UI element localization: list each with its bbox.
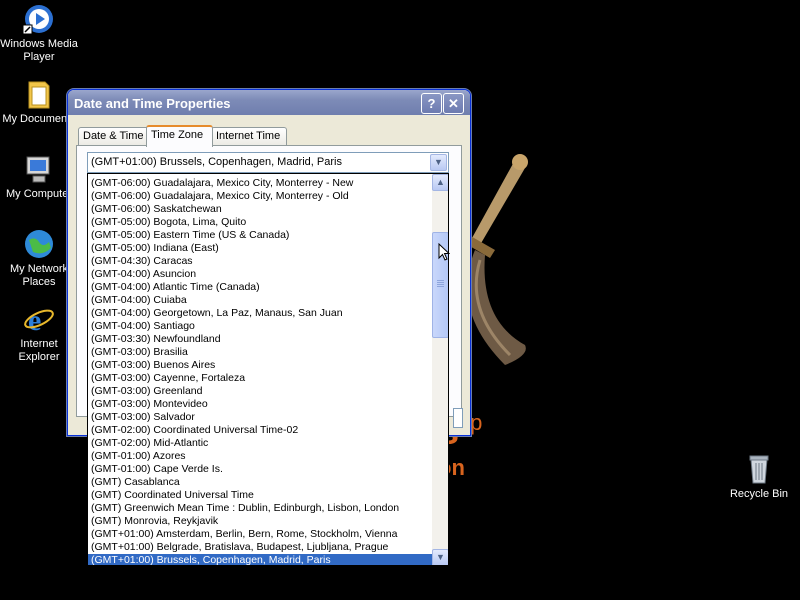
- svg-text:e: e: [28, 304, 41, 335]
- timezone-option[interactable]: (GMT) Greenwich Mean Time : Dublin, Edin…: [88, 502, 436, 515]
- timezone-option[interactable]: (GMT-03:00) Buenos Aires: [88, 359, 436, 372]
- internet-explorer-icon: e: [23, 303, 55, 337]
- timezone-option[interactable]: (GMT-06:00) Saskatchewan: [88, 203, 436, 216]
- timezone-option[interactable]: (GMT-02:00) Coordinated Universal Time-0…: [88, 424, 436, 437]
- chevron-up-icon: ▲: [436, 177, 445, 187]
- scroll-down-button[interactable]: ▼: [432, 549, 448, 565]
- computer-icon: [23, 153, 55, 185]
- timezone-option[interactable]: (GMT-03:00) Greenland: [88, 385, 436, 398]
- timezone-option[interactable]: (GMT+01:00) Belgrade, Bratislava, Budape…: [88, 541, 436, 554]
- mouse-cursor-icon: [438, 243, 450, 261]
- timezone-option[interactable]: (GMT-02:00) Mid-Atlantic: [88, 437, 436, 450]
- globe-icon: [23, 228, 55, 260]
- desktop-icon-label: Windows Media Player: [0, 38, 78, 63]
- help-button[interactable]: ?: [421, 93, 442, 114]
- checkbox-area[interactable]: [453, 408, 463, 428]
- timezone-option[interactable]: (GMT-05:00) Bogota, Lima, Quito: [88, 216, 436, 229]
- desktop-icon-windows-media-player[interactable]: Windows Media Player: [0, 3, 78, 64]
- timezone-option[interactable]: (GMT-06:00) Guadalajara, Mexico City, Mo…: [88, 190, 436, 203]
- timezone-option[interactable]: (GMT) Coordinated Universal Time: [88, 489, 436, 502]
- recycle-bin-icon: [743, 453, 775, 485]
- timezone-option[interactable]: (GMT-04:30) Caracas: [88, 255, 436, 268]
- timezone-combo-value: (GMT+01:00) Brussels, Copenhagen, Madrid…: [91, 156, 342, 168]
- dropdown-scrollbar[interactable]: ▲ ▼: [432, 174, 448, 565]
- timezone-option[interactable]: (GMT-01:00) Azores: [88, 450, 436, 463]
- timezone-option[interactable]: (GMT-04:00) Asuncion: [88, 268, 436, 281]
- timezone-option[interactable]: (GMT-03:00) Cayenne, Fortaleza: [88, 372, 436, 385]
- timezone-option[interactable]: (GMT) Monrovia, Reykjavik: [88, 515, 436, 528]
- folder-icon: [23, 78, 55, 110]
- dropdown-button[interactable]: ▼: [430, 154, 447, 171]
- timezone-option[interactable]: (GMT-04:00) Georgetown, La Paz, Manaus, …: [88, 307, 436, 320]
- desktop-icon-recycle-bin[interactable]: Recycle Bin: [720, 453, 798, 501]
- timezone-option[interactable]: (GMT+01:00) Brussels, Copenhagen, Madrid…: [88, 554, 436, 565]
- chevron-down-icon: ▼: [434, 157, 443, 167]
- timezone-option[interactable]: (GMT-05:00) Indiana (East): [88, 242, 436, 255]
- window-title: Date and Time Properties: [74, 96, 231, 111]
- timezone-option[interactable]: (GMT-03:00) Montevideo: [88, 398, 436, 411]
- tab-time-zone[interactable]: Time Zone: [146, 125, 213, 147]
- timezone-option[interactable]: (GMT-06:00) Guadalajara, Mexico City, Mo…: [88, 177, 436, 190]
- timezone-option[interactable]: (GMT-03:30) Newfoundland: [88, 333, 436, 346]
- chevron-down-icon: ▼: [436, 552, 445, 562]
- timezone-dropdown-list[interactable]: (GMT+01:00) Brussels, Copenhagen, Madrid…: [87, 173, 449, 566]
- timezone-option[interactable]: (GMT) Casablanca: [88, 476, 436, 489]
- timezone-combo[interactable]: (GMT+01:00) Brussels, Copenhagen, Madrid…: [87, 152, 449, 173]
- timezone-option[interactable]: (GMT+01:00) Amsterdam, Berlin, Bern, Rom…: [88, 528, 436, 541]
- timezone-option[interactable]: (GMT-04:00) Atlantic Time (Canada): [88, 281, 436, 294]
- timezone-option[interactable]: (GMT-04:00) Cuiaba: [88, 294, 436, 307]
- window-titlebar[interactable]: Date and Time Properties ? ✕: [68, 90, 470, 115]
- timezone-option[interactable]: (GMT-05:00) Eastern Time (US & Canada): [88, 229, 436, 242]
- timezone-option[interactable]: (GMT-01:00) Cape Verde Is.: [88, 463, 436, 476]
- media-player-icon: [22, 3, 55, 35]
- grip-icon: [437, 280, 444, 281]
- tab-internet-time[interactable]: Internet Time: [211, 127, 287, 145]
- timezone-option[interactable]: (GMT-03:00) Brasilia: [88, 346, 436, 359]
- scroll-up-button[interactable]: ▲: [432, 174, 448, 191]
- timezone-option[interactable]: (GMT-04:00) Santiago: [88, 320, 436, 333]
- tab-date-time[interactable]: Date & Time: [78, 127, 150, 145]
- desktop-icon-label: Recycle Bin: [729, 488, 789, 500]
- close-button[interactable]: ✕: [443, 93, 464, 114]
- timezone-option[interactable]: (GMT-03:00) Salvador: [88, 411, 436, 424]
